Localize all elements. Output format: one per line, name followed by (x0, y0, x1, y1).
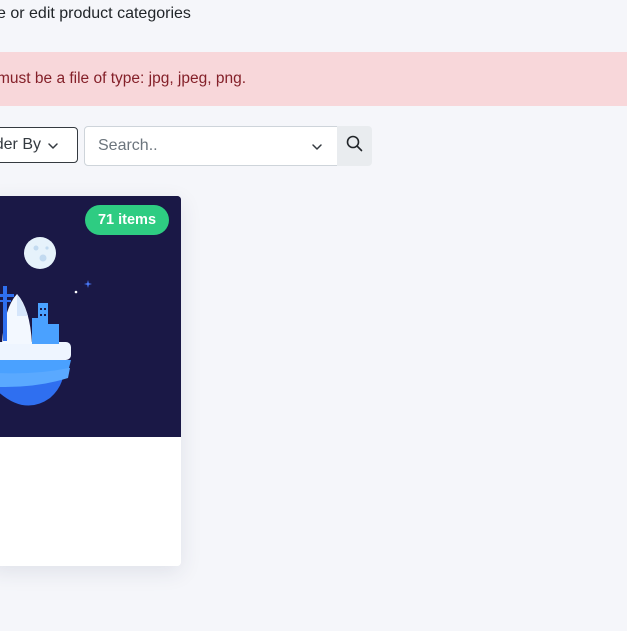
chevron-down-icon[interactable] (311, 140, 323, 152)
category-image: 71 items (0, 196, 181, 437)
error-message: must be a file of type: jpg, jpeg, png. (0, 70, 247, 87)
page-subtitle: e or edit product categories (0, 5, 191, 22)
category-search-select[interactable] (84, 126, 339, 166)
chevron-down-icon (47, 139, 59, 151)
search-button[interactable] (337, 126, 372, 166)
order-by-label: der By (0, 136, 41, 153)
order-by-button[interactable]: der By (0, 127, 78, 163)
category-card[interactable]: 71 items (0, 196, 181, 566)
search-input[interactable] (85, 127, 308, 165)
category-card-body (0, 437, 181, 566)
search-icon (346, 135, 363, 157)
error-alert: must be a file of type: jpg, jpeg, png. (0, 52, 627, 106)
item-count-badge: 71 items (85, 205, 169, 235)
